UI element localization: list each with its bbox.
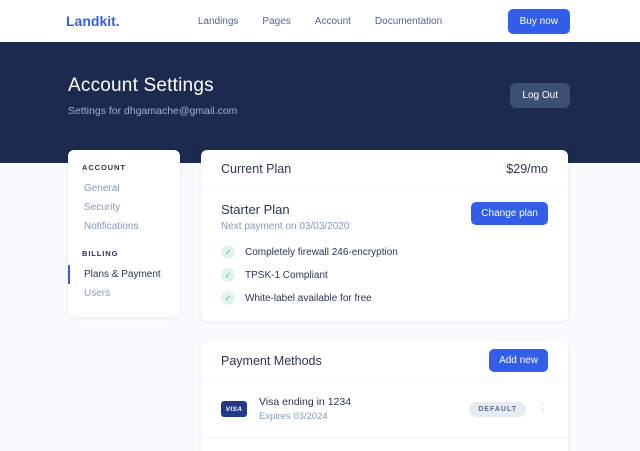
payment-methods-header: Payment Methods Add new — [201, 341, 568, 381]
plan-info: Starter Plan Next payment on 03/03/2020 — [221, 202, 349, 232]
page-title: Account Settings — [68, 75, 237, 97]
payment-row-actions: Default ⋮ — [469, 402, 548, 417]
nav-link-documentation[interactable]: Documentation — [375, 16, 442, 27]
visa-logo-text: VISA — [226, 406, 243, 413]
main-area: Account General Security Notifications B… — [0, 150, 640, 451]
plan-name: Starter Plan — [221, 202, 349, 217]
check-icon: ✓ — [221, 291, 235, 305]
add-new-button[interactable]: Add new — [489, 349, 548, 372]
sidebar-item-notifications[interactable]: Notifications — [68, 217, 180, 236]
payment-card-info: Visa ending in 1234 Expires 03/2024 — [259, 396, 351, 422]
change-plan-button[interactable]: Change plan — [471, 202, 548, 225]
payment-row-mastercard: Mastercard ending in 1234 ⋮ — [201, 437, 568, 451]
nav-links: Landings Pages Account Documentation — [198, 16, 442, 27]
feature-row: ✓ White-label available for free — [221, 291, 548, 305]
sidebar-item-general[interactable]: General — [68, 179, 180, 198]
current-plan-body: Starter Plan Next payment on 03/03/2020 … — [201, 188, 568, 321]
sidebar-item-security[interactable]: Security — [68, 198, 180, 217]
sidebar-heading-billing: Billing — [68, 249, 180, 258]
check-icon: ✓ — [221, 268, 235, 282]
page-header-text: Account Settings Settings for dhgamache@… — [68, 75, 237, 117]
sidebar-section-gap — [68, 236, 180, 249]
payment-row-visa: VISA Visa ending in 1234 Expires 03/2024… — [201, 381, 568, 437]
page-header: Account Settings Settings for dhgamache@… — [0, 42, 640, 163]
payment-methods-card: Payment Methods Add new VISA Visa ending… — [201, 341, 568, 451]
plan-row: Starter Plan Next payment on 03/03/2020 … — [221, 202, 548, 232]
nav-link-account[interactable]: Account — [315, 16, 351, 27]
current-plan-card: Current Plan $29/mo Starter Plan Next pa… — [201, 150, 568, 321]
sidebar-heading-account: Account — [68, 163, 180, 172]
current-plan-price: $29/mo — [506, 162, 548, 176]
visa-logo-icon: VISA — [221, 401, 247, 417]
current-plan-title: Current Plan — [221, 162, 291, 176]
top-navbar: Landkit. Landings Pages Account Document… — [0, 0, 640, 42]
sidebar-item-users[interactable]: Users — [68, 284, 180, 303]
settings-content: Current Plan $29/mo Starter Plan Next pa… — [201, 150, 568, 451]
page-subtitle: Settings for dhgamache@gmail.com — [68, 105, 237, 117]
logout-button[interactable]: Log Out — [510, 83, 570, 108]
feature-label: Completely firewall 246-encryption — [245, 247, 398, 258]
feature-label: TPSK-1 Compliant — [245, 270, 328, 281]
default-badge: Default — [469, 402, 526, 417]
payment-card-expiry: Expires 03/2024 — [259, 411, 351, 422]
sidebar-item-plans-payment[interactable]: Plans & Payment — [68, 265, 180, 284]
brand-logo[interactable]: Landkit. — [66, 13, 120, 29]
payment-methods-title: Payment Methods — [221, 354, 322, 368]
nav-link-pages[interactable]: Pages — [262, 16, 290, 27]
plan-features: ✓ Completely firewall 246-encryption ✓ T… — [221, 245, 548, 305]
current-plan-header: Current Plan $29/mo — [201, 150, 568, 188]
nav-link-landings[interactable]: Landings — [198, 16, 239, 27]
buy-now-button[interactable]: Buy now — [508, 9, 570, 34]
kebab-menu-icon[interactable]: ⋮ — [537, 404, 548, 415]
settings-sidebar: Account General Security Notifications B… — [68, 150, 180, 317]
feature-label: White-label available for free — [245, 293, 372, 304]
check-icon: ✓ — [221, 245, 235, 259]
plan-next-payment: Next payment on 03/03/2020 — [221, 221, 349, 232]
feature-row: ✓ TPSK-1 Compliant — [221, 268, 548, 282]
feature-row: ✓ Completely firewall 246-encryption — [221, 245, 548, 259]
payment-card-name: Visa ending in 1234 — [259, 396, 351, 408]
